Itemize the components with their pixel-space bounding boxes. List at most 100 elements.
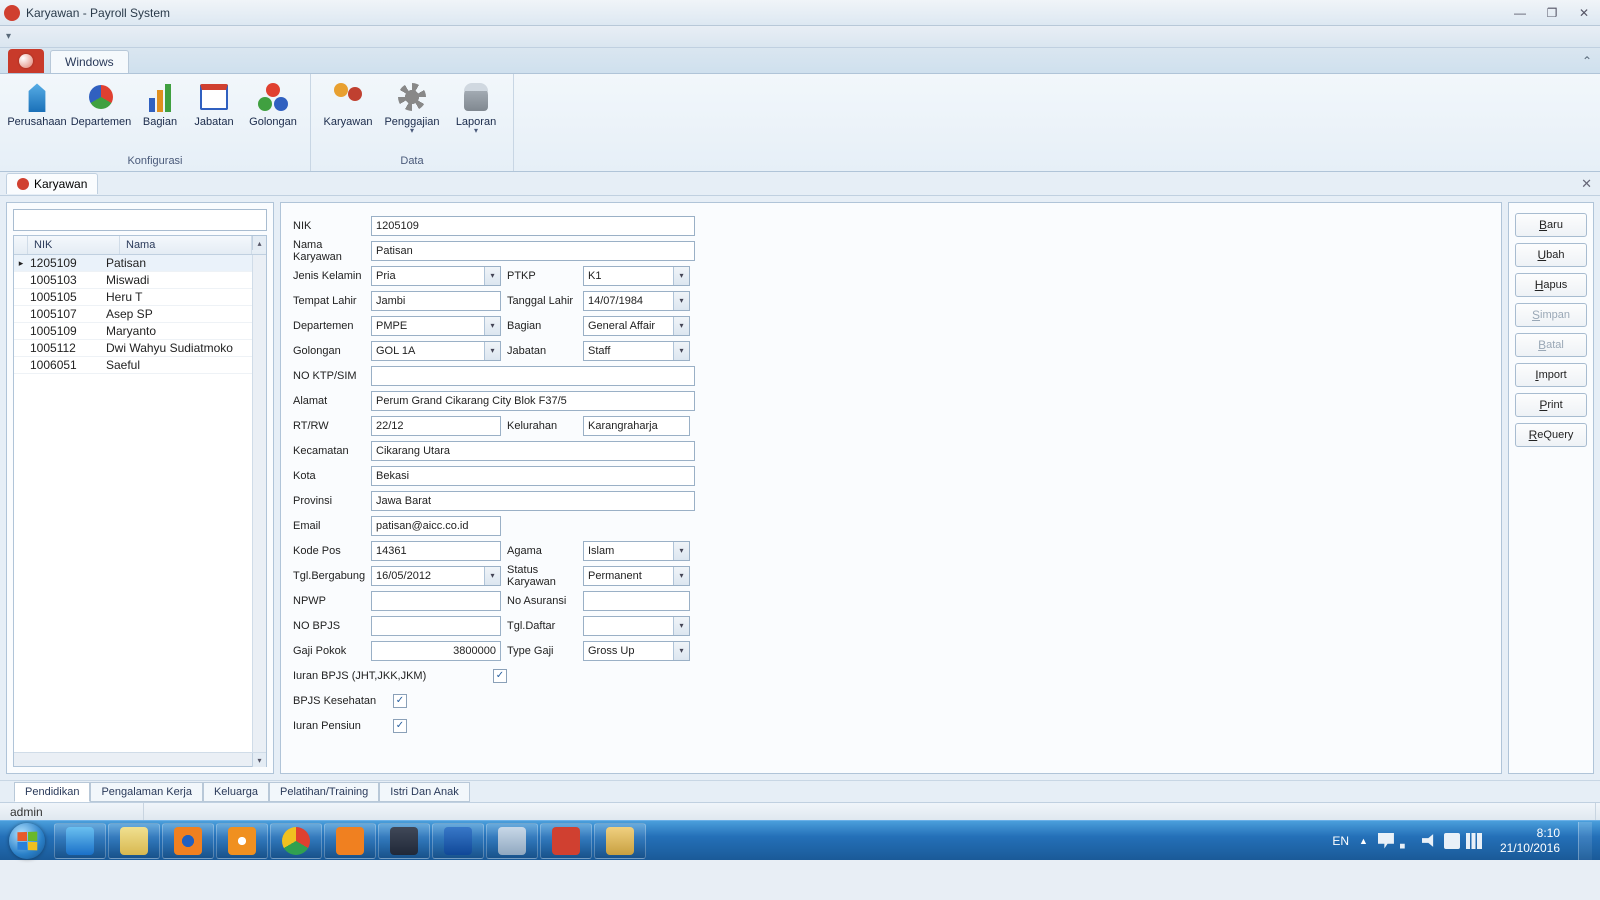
table-row[interactable]: 1006051Saeful xyxy=(14,357,252,374)
ribbon-item-penggajian[interactable]: Penggajian▾ xyxy=(383,78,441,153)
ribbon-item-departemen[interactable]: Departemen xyxy=(72,78,130,153)
chevron-down-icon[interactable]: ▾ xyxy=(673,567,689,585)
table-row[interactable]: 1005105Heru T xyxy=(14,289,252,306)
chevron-down-icon[interactable]: ▾ xyxy=(673,267,689,285)
ribbon-item-jabatan[interactable]: Jabatan xyxy=(190,78,238,153)
chevron-down-icon[interactable]: ▾ xyxy=(484,317,500,335)
tab-pengalaman-kerja[interactable]: Pengalaman Kerja xyxy=(90,782,203,802)
document-tab-karyawan[interactable]: Karyawan xyxy=(6,173,98,194)
application-menu-button[interactable] xyxy=(8,49,44,73)
start-button[interactable] xyxy=(4,822,50,860)
kecamatan-field[interactable] xyxy=(371,441,695,461)
ribbon-item-laporan[interactable]: Laporan▾ xyxy=(447,78,505,153)
table-row[interactable]: 1005107Asep SP xyxy=(14,306,252,323)
ribbon-item-perusahaan[interactable]: Perusahaan xyxy=(8,78,66,153)
tray-power-icon[interactable] xyxy=(1444,833,1460,849)
label-no-bpjs: NO BPJS xyxy=(293,620,371,632)
taskbar-item-putty[interactable] xyxy=(378,823,430,859)
search-input[interactable] xyxy=(13,209,267,231)
language-indicator[interactable]: EN xyxy=(1332,834,1349,848)
ribbon-group-konfigurasi: Perusahaan Departemen Bagian Jabatan Gol… xyxy=(0,74,311,171)
alamat-field[interactable] xyxy=(371,391,695,411)
table-row[interactable]: ▸1205109Patisan xyxy=(14,255,252,272)
table-row[interactable]: 1005112Dwi Wahyu Sudiatmoko xyxy=(14,340,252,357)
grid-scroll-down-icon[interactable]: ▾ xyxy=(252,753,266,767)
requery-button[interactable]: ReQuery xyxy=(1515,423,1587,447)
tab-pelatihan-training[interactable]: Pelatihan/Training xyxy=(269,782,379,802)
chevron-down-icon[interactable]: ▾ xyxy=(673,542,689,560)
chevron-down-icon[interactable]: ▾ xyxy=(673,617,689,635)
gaji-pokok-field[interactable] xyxy=(371,641,501,661)
document-tab-close-icon[interactable]: ✕ xyxy=(1581,176,1592,192)
print-button[interactable]: Print xyxy=(1515,393,1587,417)
taskbar-clock[interactable]: 8:10 21/10/2016 xyxy=(1492,826,1568,855)
baru-button[interactable]: Baru xyxy=(1515,213,1587,237)
taskbar-item-mail[interactable] xyxy=(486,823,538,859)
grid-header-nama[interactable]: Nama xyxy=(120,236,252,254)
grid-header: NIK Nama ▴ xyxy=(14,236,266,255)
ubah-button[interactable]: Ubah xyxy=(1515,243,1587,267)
chevron-down-icon[interactable]: ▾ xyxy=(484,342,500,360)
taskbar-item-media-player[interactable] xyxy=(216,823,268,859)
grid-header-nik[interactable]: NIK xyxy=(28,236,120,254)
tray-network-icon[interactable] xyxy=(1400,833,1416,849)
npwp-field[interactable] xyxy=(371,591,501,611)
tempat-lahir-field[interactable] xyxy=(371,291,501,311)
ribbon-item-golongan[interactable]: Golongan xyxy=(244,78,302,153)
no-bpjs-field[interactable] xyxy=(371,616,501,636)
noktp-field[interactable] xyxy=(371,366,695,386)
grid-scroll-up-icon[interactable]: ▴ xyxy=(252,236,266,250)
grid-scrollbar[interactable] xyxy=(252,255,266,752)
no-asuransi-field[interactable] xyxy=(583,591,690,611)
chevron-down-icon[interactable]: ▾ xyxy=(673,342,689,360)
table-row[interactable]: 1005109Maryanto xyxy=(14,323,252,340)
qat-dropdown-icon[interactable]: ▾ xyxy=(6,31,11,42)
taskbar-item-chrome[interactable] xyxy=(270,823,322,859)
chevron-down-icon[interactable]: ▾ xyxy=(673,317,689,335)
chevron-down-icon[interactable]: ▾ xyxy=(673,292,689,310)
import-button[interactable]: Import xyxy=(1515,363,1587,387)
departemen-field[interactable] xyxy=(371,316,501,336)
minimize-button[interactable]: — xyxy=(1508,5,1532,21)
iuran-pensiun-checkbox[interactable]: ✓ xyxy=(393,719,407,733)
taskbar-item-thunderbird[interactable] xyxy=(432,823,484,859)
taskbar-item-firefox[interactable] xyxy=(162,823,214,859)
tab-pendidikan[interactable]: Pendidikan xyxy=(14,782,90,802)
maximize-button[interactable]: ❐ xyxy=(1540,5,1564,21)
taskbar-item-xampp[interactable] xyxy=(324,823,376,859)
table-row[interactable]: 1005103Miswadi xyxy=(14,272,252,289)
kota-field[interactable] xyxy=(371,466,695,486)
nama-field[interactable] xyxy=(371,241,695,261)
chevron-down-icon[interactable]: ▾ xyxy=(484,267,500,285)
chevron-down-icon[interactable]: ▾ xyxy=(673,642,689,660)
hapus-button[interactable]: Hapus xyxy=(1515,273,1587,297)
tab-keluarga[interactable]: Keluarga xyxy=(203,782,269,802)
kodepos-field[interactable] xyxy=(371,541,501,561)
taskbar-item-file-explorer[interactable] xyxy=(108,823,160,859)
email-field[interactable] xyxy=(371,516,501,536)
show-desktop-button[interactable] xyxy=(1578,822,1592,860)
tray-signal-icon[interactable] xyxy=(1466,833,1482,849)
provinsi-field[interactable] xyxy=(371,491,695,511)
rtrw-field[interactable] xyxy=(371,416,501,436)
tray-chevron-up-icon[interactable]: ▲ xyxy=(1359,836,1368,846)
chevron-down-icon[interactable]: ▾ xyxy=(484,567,500,585)
tray-volume-icon[interactable] xyxy=(1422,833,1438,849)
jenis-kelamin-field[interactable] xyxy=(371,266,501,286)
close-button[interactable]: ✕ xyxy=(1572,5,1596,21)
tray-action-center-icon[interactable] xyxy=(1378,833,1394,849)
tgl-bergabung-field[interactable] xyxy=(371,566,501,586)
ribbon-collapse-icon[interactable]: ⌃ xyxy=(1582,54,1592,68)
taskbar-item-paint[interactable] xyxy=(594,823,646,859)
golongan-field[interactable] xyxy=(371,341,501,361)
bpjs-kesehatan-checkbox[interactable]: ✓ xyxy=(393,694,407,708)
tab-istri-dan-anak[interactable]: Istri Dan Anak xyxy=(379,782,469,802)
iuran-bpjs-checkbox[interactable]: ✓ xyxy=(493,669,507,683)
ribbon-tab-windows[interactable]: Windows xyxy=(50,50,129,73)
nik-field[interactable] xyxy=(371,216,695,236)
taskbar-item-explorer-ie[interactable] xyxy=(54,823,106,859)
taskbar-item-app-red[interactable] xyxy=(540,823,592,859)
kelurahan-field[interactable] xyxy=(583,416,690,436)
ribbon-item-bagian[interactable]: Bagian xyxy=(136,78,184,153)
ribbon-item-karyawan[interactable]: Karyawan xyxy=(319,78,377,153)
